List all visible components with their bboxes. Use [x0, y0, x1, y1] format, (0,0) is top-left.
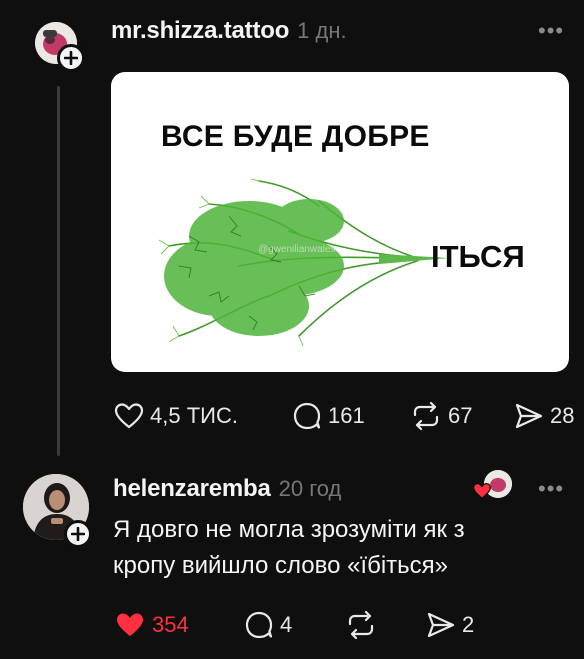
- more-options-button[interactable]: •••: [538, 18, 564, 44]
- watermark-text: @gwenilianwales: [258, 244, 336, 255]
- reply-comment-button[interactable]: 4: [244, 611, 292, 639]
- share-button[interactable]: 28: [514, 402, 574, 430]
- comment-bubble-icon: [293, 402, 321, 430]
- red-heart-icon: [472, 482, 492, 499]
- post-header: mr.shizza.tattoo 1 дн.: [111, 17, 347, 45]
- share-count: 28: [550, 403, 575, 428]
- comment-bubble-icon: [245, 611, 273, 639]
- dill-bunch-image: [158, 178, 449, 347]
- reply-text: Я довго не могла зрозуміти як з кропу ви…: [113, 512, 573, 584]
- like-count: 4,5 ТИС.: [150, 403, 238, 428]
- reply-author-username[interactable]: helenzaremba: [113, 475, 271, 503]
- filled-heart-icon: [117, 613, 143, 636]
- comment-count: 161: [328, 403, 365, 428]
- repost-icon: [413, 402, 439, 430]
- reply-comment-count: 4: [280, 612, 293, 637]
- reply-like-button[interactable]: 354: [114, 611, 189, 639]
- like-button[interactable]: 4,5 ТИС.: [114, 402, 238, 430]
- send-icon: [515, 403, 543, 429]
- repost-button[interactable]: 67: [410, 402, 472, 430]
- author-username[interactable]: mr.shizza.tattoo: [111, 17, 289, 45]
- plus-icon: [71, 527, 85, 541]
- reply-text-line-2: кропу вийшло слово «їбіться»: [113, 552, 449, 579]
- reply-timestamp: 20 год: [278, 476, 342, 501]
- meme-suffix-text: ІТЬСЯ: [431, 239, 525, 274]
- repost-icon: [348, 611, 374, 639]
- reply-share-button[interactable]: 2: [426, 611, 474, 639]
- reply-like-count: 354: [152, 612, 189, 637]
- meme-title-text: ВСЕ БУДЕ ДОБРЕ: [161, 120, 430, 153]
- reply-share-count: 2: [462, 612, 475, 637]
- heart-icon: [114, 403, 144, 429]
- reply-text-line-1: Я довго не могла зрозуміти як з: [113, 516, 465, 543]
- post-image[interactable]: ВСЕ БУДЕ ДОБРЕ @gwenilianwales ІТЬСЯ: [111, 72, 569, 372]
- author-liked-badge: [472, 470, 514, 502]
- reply-follow-button[interactable]: [64, 520, 92, 548]
- repost-count: 67: [448, 403, 473, 428]
- reply-repost-button[interactable]: [345, 611, 377, 639]
- thread-line: [57, 86, 60, 456]
- reply-more-options-button[interactable]: •••: [538, 476, 564, 502]
- post-timestamp: 1 дн.: [297, 18, 347, 43]
- reply-header: helenzaremba 20 год: [113, 475, 341, 503]
- follow-button[interactable]: [57, 44, 85, 72]
- comment-button[interactable]: 161: [292, 402, 365, 430]
- plus-icon: [64, 51, 78, 65]
- send-icon: [427, 612, 455, 638]
